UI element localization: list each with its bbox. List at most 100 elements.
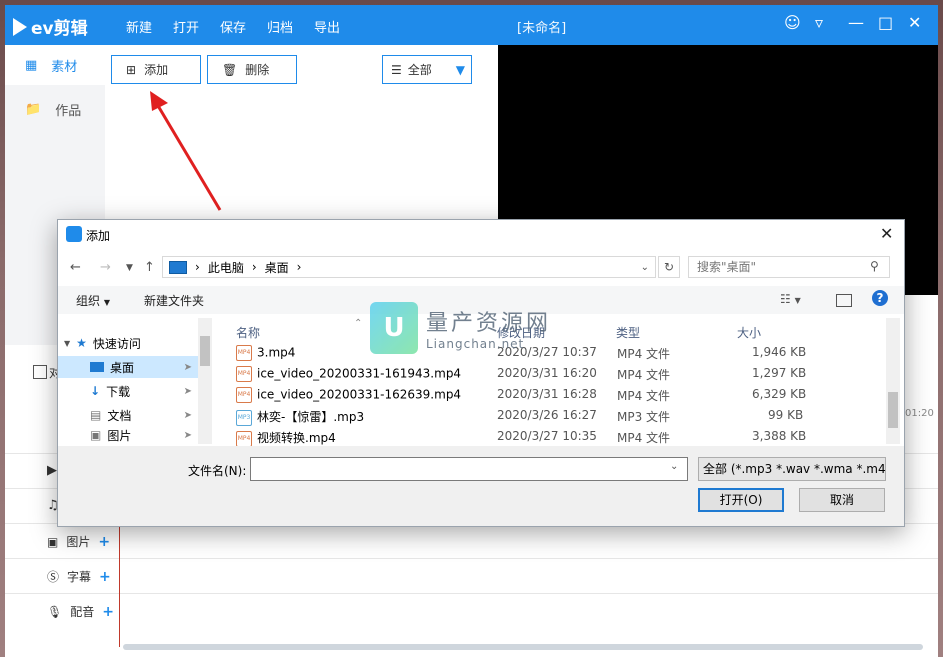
file-type-filter[interactable]: 全部 (*.mp3 *.wav *.wma *.m4 xyxy=(698,457,886,481)
video-icon: ▶ xyxy=(47,463,57,478)
add-button[interactable]: ⊞ 添加 xyxy=(111,55,201,84)
checkbox[interactable] xyxy=(33,365,47,379)
breadcrumb-separator: › xyxy=(296,260,302,274)
sidebar-item-label: 素材 xyxy=(51,59,78,75)
track-label: Ⓢ 字幕 + xyxy=(47,568,111,585)
user-icon[interactable]: ☺ xyxy=(784,13,801,32)
sidebar-item-works[interactable]: 📁 作品 xyxy=(5,89,105,129)
sidebar-item-label: 作品 xyxy=(55,103,82,119)
nav-item-desktop[interactable]: 桌面 ➤ xyxy=(58,356,198,378)
subtitle-track: Ⓢ 字幕 + xyxy=(5,558,938,594)
timecode-label: 01:20 xyxy=(905,408,934,419)
delete-button[interactable]: 🗑 删除 xyxy=(207,55,297,84)
breadcrumb-this-pc[interactable]: 此电脑 xyxy=(208,259,244,276)
file-type: MP4 文件 xyxy=(617,368,671,382)
file-row[interactable]: MP4 ice_video_20200331-161943.mp4 2020/3/… xyxy=(228,363,878,384)
download-arrow-icon: ↓ xyxy=(90,384,101,398)
window-title: [未命名] xyxy=(517,21,567,36)
watermark-logo-icon: U xyxy=(370,302,418,354)
add-voiceover-plus-icon[interactable]: + xyxy=(102,604,114,620)
recent-chevron-icon[interactable]: ▼ xyxy=(126,263,133,273)
timeline-scrollbar[interactable] xyxy=(123,644,923,650)
forward-arrow-icon[interactable]: → xyxy=(100,260,111,275)
new-folder-button[interactable]: 新建文件夹 xyxy=(144,292,204,309)
filename-input[interactable] xyxy=(250,457,688,481)
open-file-dialog: 添加 ✕ ← → ▼ ↑ › 此电脑 › 桌面 › ⌄ ↻ 搜索"桌面" ⚲ 组… xyxy=(57,219,905,527)
view-options-icon[interactable]: ☷ ▼ xyxy=(780,292,801,306)
dropdown-menu-icon[interactable]: ▿ xyxy=(815,13,823,32)
organize-menu[interactable]: 组织 ▼ xyxy=(76,292,110,309)
file-row[interactable]: MP4 ice_video_20200331-162639.mp4 2020/3/… xyxy=(228,384,878,405)
chevron-down-icon: ▼ xyxy=(103,298,110,307)
column-header-size[interactable]: 大小 xyxy=(737,324,761,341)
preview-pane-icon[interactable] xyxy=(836,294,852,307)
nav-item-pictures[interactable]: ▣ 图片 ➤ xyxy=(58,426,198,444)
menu-save[interactable]: 保存 xyxy=(220,17,246,36)
arrow-shaft xyxy=(152,98,222,211)
track-label-text: 配音 xyxy=(70,605,95,619)
filename-chevron-icon[interactable]: ⌄ xyxy=(670,461,678,472)
sidebar-item-material[interactable]: ▦ 素材 xyxy=(5,45,105,85)
play-logo-icon xyxy=(13,17,27,36)
add-image-plus-icon[interactable]: + xyxy=(98,534,110,550)
maximize-icon[interactable]: □ xyxy=(878,13,893,32)
dialog-close-icon[interactable]: ✕ xyxy=(880,224,893,243)
file-list: 名称 ⌃ 修改日期 类型 大小 MP4 3.mp4 2020/3/27 10:37… xyxy=(218,318,886,447)
title-bar: ev剪辑 新建 打开 保存 归档 导出 [未命名] ☺ ▿ — □ ✕ xyxy=(5,5,938,45)
breadcrumb-desktop[interactable]: 桌面 xyxy=(265,259,289,276)
refresh-icon[interactable]: ↻ xyxy=(658,256,680,278)
watermark-text: 量产资源网 Liangchan.net xyxy=(426,305,551,351)
file-row[interactable]: MP3 林奕-【惊雷】.mp3 2020/3/26 16:27 MP3 文件 99… xyxy=(228,405,878,426)
expand-chevron-icon[interactable]: ▼ xyxy=(64,339,70,348)
minimize-icon[interactable]: — xyxy=(848,13,864,32)
cancel-button[interactable]: 取消 xyxy=(799,488,885,512)
nav-scroll-thumb[interactable] xyxy=(200,336,210,366)
help-icon[interactable]: ? xyxy=(872,290,888,306)
picture-icon: ▣ xyxy=(90,428,102,442)
filter-dropdown[interactable]: ☰ 全部 ▼ xyxy=(382,55,472,84)
address-bar[interactable]: › 此电脑 › 桌面 › ⌄ xyxy=(162,256,656,278)
navigation-pane: ▼ ★ 快速访问 桌面 ➤ ↓ 下载 ➤ ▤ 文档 ➤ ▣ 图片 ➤ xyxy=(58,318,213,444)
file-name: 视频转换.mp4 xyxy=(257,431,336,445)
filename-label: 文件名(N): xyxy=(188,464,247,478)
file-size: 3,388 KB xyxy=(752,429,807,443)
file-name: ice_video_20200331-162639.mp4 xyxy=(257,387,462,402)
mp4-file-icon: MP4 xyxy=(236,387,252,403)
search-input[interactable]: 搜索"桌面" xyxy=(688,256,890,278)
menu-export[interactable]: 导出 xyxy=(314,17,340,36)
pin-icon: ➤ xyxy=(183,429,192,441)
back-arrow-icon[interactable]: ← xyxy=(70,260,81,275)
file-type-filter-value: 全部 (*.mp3 *.wav *.wma *.m4 xyxy=(703,462,886,476)
file-type: MP3 文件 xyxy=(617,410,671,424)
nav-item-documents[interactable]: ▤ 文档 ➤ xyxy=(58,404,198,426)
column-header-type[interactable]: 类型 xyxy=(616,324,640,341)
file-row[interactable]: MP4 3.mp4 2020/3/27 10:37 MP4 文件 1,946 KB xyxy=(228,342,878,363)
file-type: MP4 文件 xyxy=(617,347,671,361)
address-chevron-icon[interactable]: ⌄ xyxy=(641,262,649,273)
file-row[interactable]: MP4 视频转换.mp4 2020/3/27 10:35 MP4 文件 3,388… xyxy=(228,426,878,447)
add-subtitle-plus-icon[interactable]: + xyxy=(99,569,111,585)
column-header-name[interactable]: 名称 xyxy=(236,324,260,341)
list-icon: ☰ xyxy=(391,62,402,77)
nav-label: 图片 xyxy=(107,428,132,443)
pin-icon: ➤ xyxy=(183,409,192,421)
watermark-url: Liangchan.net xyxy=(426,337,525,351)
menu-new[interactable]: 新建 xyxy=(126,17,152,36)
nav-item-downloads[interactable]: ↓ 下载 ➤ xyxy=(58,380,198,402)
star-icon: ★ xyxy=(76,336,87,350)
watermark: U 量产资源网 Liangchan.net xyxy=(370,302,551,354)
file-type: MP4 文件 xyxy=(617,431,671,445)
quick-access-item[interactable]: ▼ ★ 快速访问 xyxy=(64,332,204,354)
open-button[interactable]: 打开(O) xyxy=(698,488,784,512)
file-list-scroll-thumb[interactable] xyxy=(888,392,898,428)
menu-open[interactable]: 打开 xyxy=(173,17,199,36)
file-size: 1,946 KB xyxy=(752,345,807,359)
file-date: 2020/3/31 16:28 xyxy=(497,387,597,401)
voiceover-track: 🎙 配音 + xyxy=(5,593,938,629)
search-icon[interactable]: ⚲ xyxy=(870,259,879,273)
up-arrow-icon[interactable]: ↑ xyxy=(144,260,155,275)
app-logo: ev剪辑 xyxy=(13,14,88,39)
track-label-text: 图片 xyxy=(66,535,91,549)
close-icon[interactable]: ✕ xyxy=(908,13,921,32)
menu-archive[interactable]: 归档 xyxy=(267,17,293,36)
